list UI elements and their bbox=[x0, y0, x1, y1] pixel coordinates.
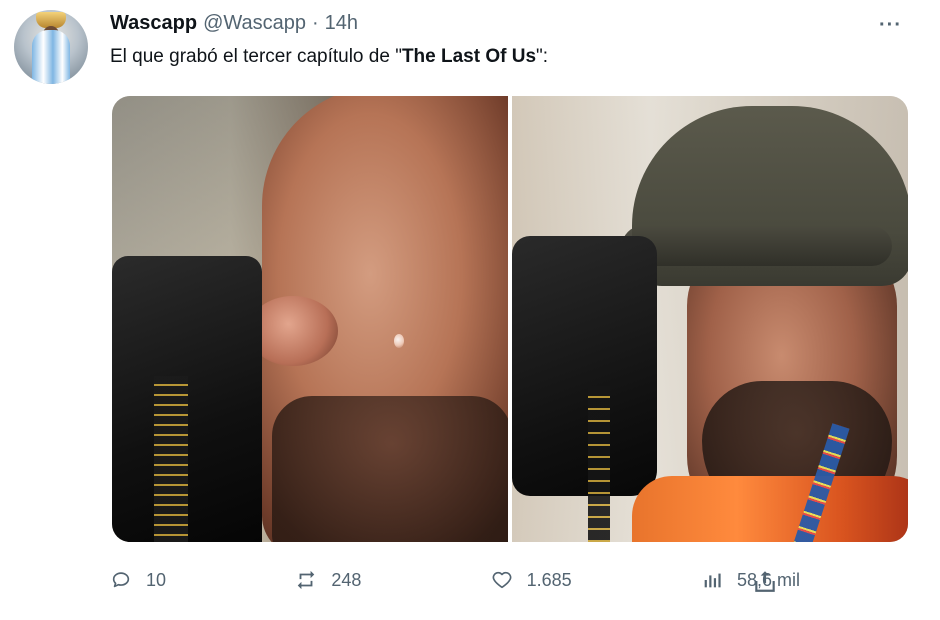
avatar[interactable] bbox=[14, 10, 88, 84]
reply-icon[interactable] bbox=[110, 569, 132, 591]
like-count: 1.685 bbox=[526, 569, 572, 590]
tweet-text-prefix: El que grabó el tercer capítulo de bbox=[110, 46, 396, 67]
photo-right-camera bbox=[512, 236, 657, 542]
retweet-icon[interactable] bbox=[295, 569, 317, 591]
reply-action[interactable]: 10 bbox=[110, 569, 166, 591]
tweet-media[interactable] bbox=[112, 96, 908, 542]
retweet-action[interactable]: 248 bbox=[295, 569, 361, 591]
header-separator: · bbox=[312, 12, 319, 34]
heart-icon[interactable] bbox=[491, 569, 513, 591]
avatar-person bbox=[32, 30, 70, 84]
tweet-text: El que grabó el tercer capítulo de "The … bbox=[110, 46, 548, 68]
tweet-text-quote-close: ": bbox=[536, 46, 549, 67]
author-display-name[interactable]: Wascapp bbox=[110, 12, 197, 35]
tweet-text-bold: The Last Of Us bbox=[401, 46, 537, 67]
views-action[interactable]: 58,6 mil bbox=[701, 569, 800, 591]
photo-right-cap-brim bbox=[622, 226, 892, 266]
reply-count: 10 bbox=[146, 569, 167, 590]
tweet-card: Wascapp @Wascapp · 14h ··· El que grabó … bbox=[0, 0, 940, 620]
media-photo-right[interactable] bbox=[512, 96, 908, 542]
author-handle[interactable]: @Wascapp bbox=[203, 12, 306, 35]
tweet-text-quote-open: " bbox=[395, 46, 402, 67]
tweet-time[interactable]: 14h bbox=[325, 12, 358, 35]
photo-left-camera bbox=[112, 256, 262, 542]
photo-left-tear bbox=[394, 334, 404, 348]
analytics-icon[interactable] bbox=[701, 569, 723, 591]
share-icon[interactable] bbox=[752, 568, 778, 594]
photo-left-beard bbox=[272, 396, 508, 542]
tweet-header: Wascapp @Wascapp · 14h bbox=[110, 12, 358, 38]
more-icon[interactable]: ··· bbox=[879, 14, 902, 37]
photo-right-shirt bbox=[632, 476, 908, 542]
retweet-count: 248 bbox=[331, 569, 362, 590]
tweet-actions: 10 248 1.685 58,6 mil bbox=[110, 560, 800, 600]
media-photo-left[interactable] bbox=[112, 96, 508, 542]
like-action[interactable]: 1.685 bbox=[491, 569, 572, 591]
photo-left-camera-strap bbox=[154, 376, 188, 542]
photo-right-camera-strap bbox=[588, 386, 610, 542]
